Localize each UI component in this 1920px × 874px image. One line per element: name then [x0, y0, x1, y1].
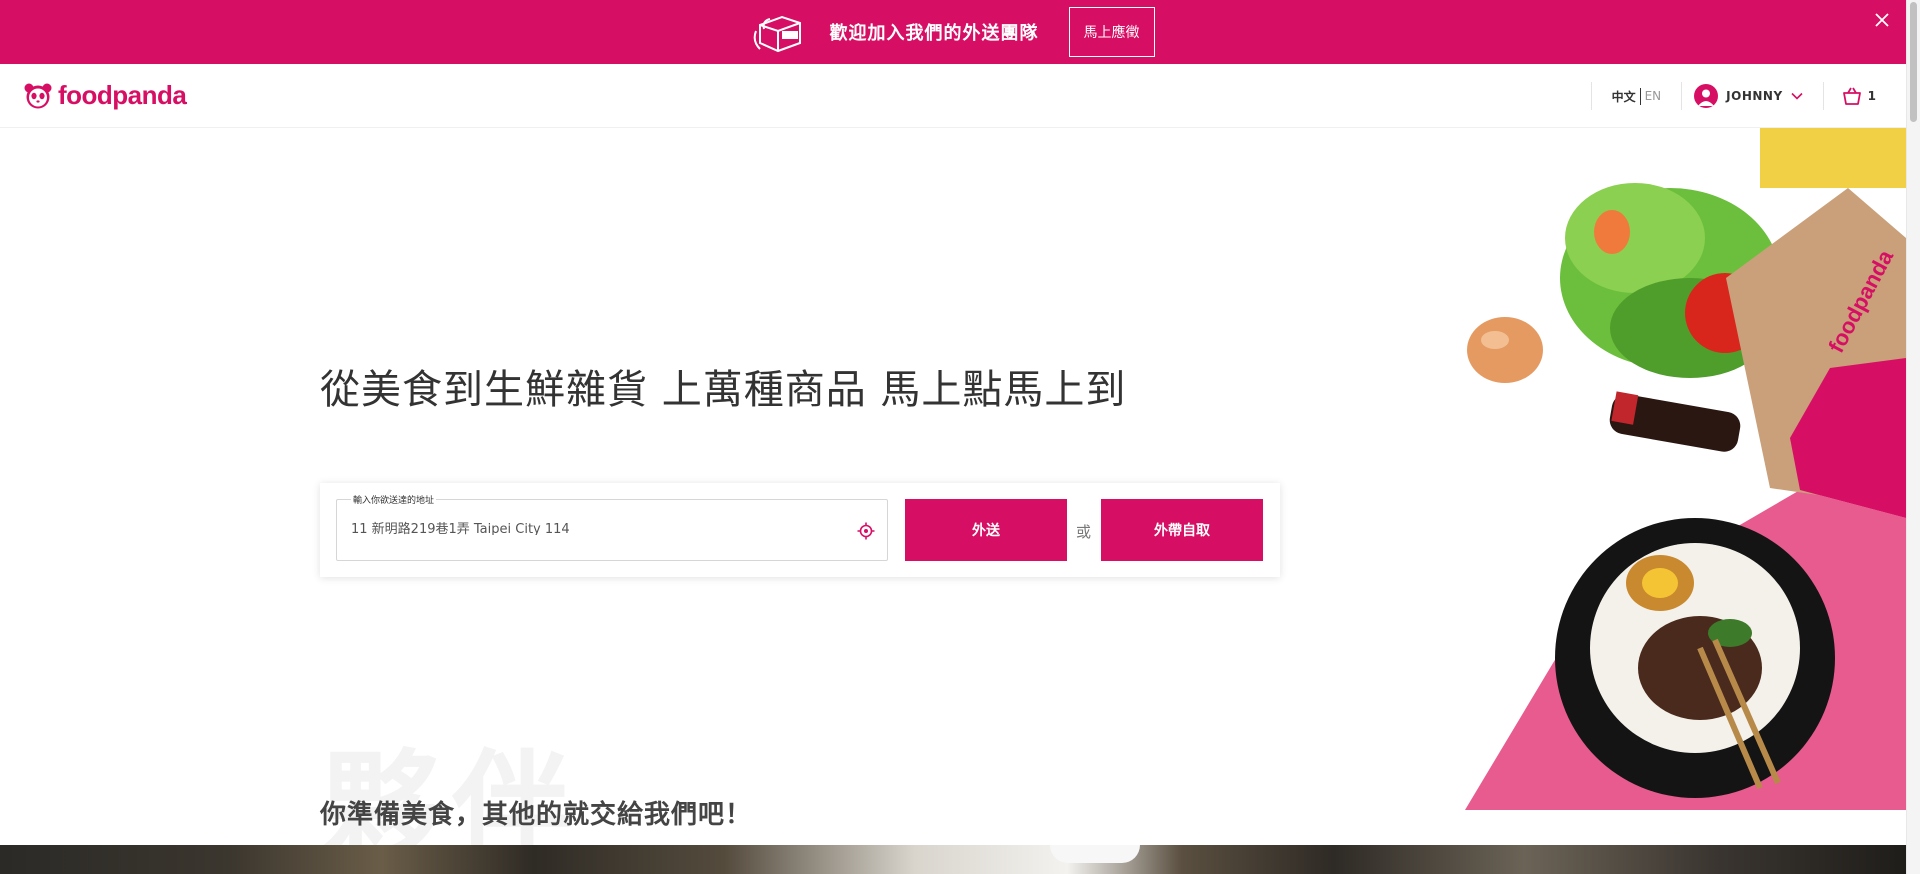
delivery-box-icon	[753, 15, 801, 53]
user-name: JOHNNY	[1726, 89, 1783, 103]
corn-shape	[1760, 128, 1906, 188]
pickup-button[interactable]: 外帶自取	[1101, 499, 1263, 561]
panda-logo-icon	[24, 83, 52, 108]
close-icon[interactable]	[1872, 10, 1892, 30]
egg-shape	[1467, 317, 1543, 383]
header-actions: 中文 EN JOHNNY 1	[1590, 64, 1906, 128]
shopping-basket-icon	[1842, 87, 1861, 105]
avatar	[1694, 84, 1719, 108]
plate-image-edge	[1050, 845, 1140, 863]
language-switcher: 中文 EN	[1592, 87, 1682, 105]
lang-zh[interactable]: 中文	[1612, 87, 1641, 105]
promo-message: 歡迎加入我們的外送團隊	[829, 23, 1039, 44]
hero-title: 從美食到生鮮雜貨 上萬種商品 馬上點馬上到	[320, 367, 1127, 413]
address-input[interactable]	[351, 520, 831, 535]
chevron-down-icon	[1791, 92, 1803, 100]
foodpanda-logo[interactable]: foodpanda	[24, 80, 187, 111]
or-text: 或	[1076, 523, 1092, 541]
user-menu[interactable]: JOHNNY	[1682, 84, 1822, 108]
logo-text: foodpanda	[58, 80, 187, 110]
cart-button[interactable]: 1	[1824, 86, 1906, 106]
lang-en[interactable]: EN	[1641, 89, 1662, 103]
site-header: foodpanda 中文 EN JOHNNY 1	[0, 64, 1906, 128]
section-subtitle: 你準備美食，其他的就交給我們吧！	[320, 800, 753, 830]
apply-now-button[interactable]: 馬上應徵	[1068, 7, 1155, 57]
page-scrollbar[interactable]	[1906, 0, 1920, 874]
locate-me-icon[interactable]	[857, 522, 875, 540]
address-field[interactable]: 輸入你欲送達的地址	[336, 493, 888, 561]
address-label: 輸入你欲送達的地址	[351, 493, 437, 506]
promo-banner: 歡迎加入我們的外送團隊 馬上應徵	[0, 0, 1906, 64]
delivery-button[interactable]: 外送	[905, 499, 1067, 561]
carrot-shape	[1594, 210, 1630, 254]
cart-count: 1	[1867, 89, 1876, 103]
scrollbar-thumb[interactable]	[1910, 2, 1917, 122]
restaurant-photo-strip	[0, 845, 1906, 874]
hero-food-illustration: foodpanda	[1465, 128, 1906, 810]
user-icon	[1698, 89, 1715, 106]
address-search-card: 輸入你欲送達的地址 外送 或 外帶自取	[320, 483, 1280, 577]
